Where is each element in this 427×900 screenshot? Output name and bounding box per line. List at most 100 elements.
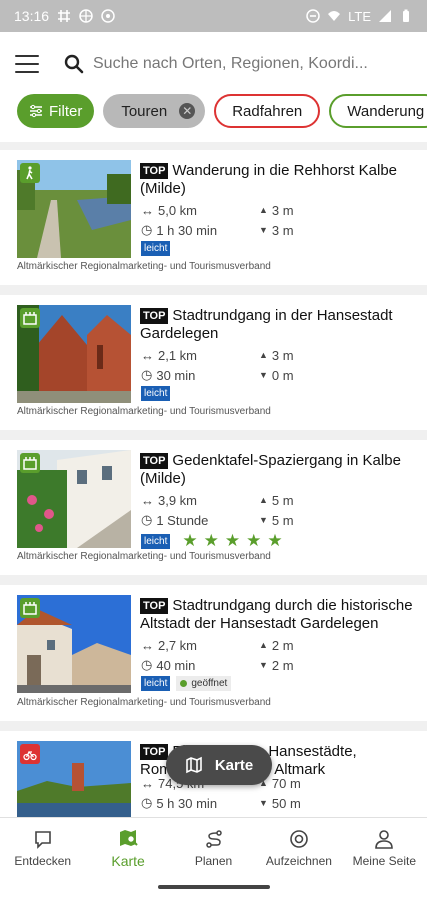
status-bar: 13:16 LTE [0,0,427,32]
chip-wanderung[interactable]: Wanderung [329,94,427,128]
route-plan-icon [205,829,222,848]
tour-image [17,305,131,403]
wifi-icon [328,11,341,21]
chip-wanderung-label: Wanderung [347,102,425,120]
filter-chips: Filter Touren ✕ Radfahren Wanderung [17,94,427,128]
map-search-icon [120,829,138,846]
chip-touren[interactable]: Touren ✕ [103,94,206,128]
discover-icon [34,830,51,849]
filter-button[interactable]: Filter [17,94,95,128]
nav-planen[interactable]: Planen [171,818,256,877]
gesture-area [0,877,427,900]
tour-card[interactable]: TOP Stadtrundgang in der Hansestadt Garde… [0,295,427,430]
nav-meine-seite-label: Meine Seite [352,853,417,868]
tour-stats: ↔ 3,9 km ▲ 5 m ◷ 1 Stunde ▼ 5 m [141,490,294,530]
grid-globe-icon [79,9,93,23]
descent-icon: ▼ [259,370,268,380]
tour-duration: 1 h 30 min [156,222,218,238]
city-walk-icon [20,453,40,473]
star-icon: ★ [182,531,198,550]
search-input[interactable]: Suche nach Orten, Regionen, Koordi... [93,55,383,73]
hashtag-icon [58,10,71,22]
ascent-icon: ▲ [259,640,268,650]
filter-label: Filter [49,102,83,120]
tour-stats: ↔ 2,7 km ▲ 2 m ◷ 40 min ▼ 2 m [141,635,294,675]
tour-distance: 5,0 km [158,202,198,218]
distance-icon: ↔ [141,347,154,363]
signal-icon [379,10,391,22]
distance-icon: ↔ [141,202,154,218]
distance-icon: ↔ [141,775,154,791]
menu-icon[interactable] [15,55,39,73]
tour-duration: 30 min [156,367,196,383]
distance-icon: ↔ [141,637,154,653]
tour-organization: Altmärkischer Regionalmarketing- und Tou… [17,261,271,272]
tour-ascent: 5 m [271,492,294,508]
city-walk-icon [20,308,40,328]
filter-sliders-icon [30,104,42,118]
clock-icon: ◷ [141,222,153,237]
city-walk-icon [20,598,40,618]
tour-card[interactable]: TOP Stadtrundgang durch die historische A… [0,585,427,721]
nav-entdecken-label: Entdecken [14,853,72,868]
bottom-navigation: Entdecken Karte Planen Aufzeichnen Meine… [0,817,427,877]
tour-descent: 0 m [271,367,294,383]
profile-icon [375,829,394,849]
descent-icon: ▼ [259,225,268,235]
tour-title-text: Wanderung in die Rehhorst Kalbe (Milde) [140,162,398,197]
ascent-icon: ▲ [259,495,268,505]
hiking-icon [20,163,40,183]
tour-title: TOP Stadtrundgang durch die historische A… [140,597,415,633]
tour-organization: Altmärkischer Regionalmarketing- und Tou… [17,551,271,562]
ascent-icon: ▲ [259,350,268,360]
tour-descent: 50 m [271,795,301,811]
map-button[interactable]: Karte [166,745,272,785]
nav-entdecken[interactable]: Entdecken [0,818,85,877]
rating-stars: ★ ★ ★ ★ ★ [182,531,282,551]
difficulty-badge: leicht [141,241,171,256]
tour-descent: 3 m [271,222,294,238]
nav-planen-label: Planen [194,853,233,868]
tour-duration: 1 Stunde [156,512,209,528]
difficulty-badge: leicht [141,676,171,691]
open-status-text: geöffnet [191,678,228,689]
tour-card[interactable]: TOP Wanderung in die Rehhorst Kalbe (Mild… [0,150,427,285]
gesture-handle[interactable] [158,885,270,889]
tour-stats: ↔ 2,1 km ▲ 3 m ◷ 30 min ▼ 0 m [141,345,294,385]
tour-descent: 5 m [271,512,294,528]
star-icon: ★ [203,531,219,550]
nav-meine-seite[interactable]: Meine Seite [342,818,427,877]
tour-title-text: Stadtrundgang durch die historische Alts… [140,597,413,632]
tour-organization: Altmärkischer Regionalmarketing- und Tou… [17,697,271,708]
map-icon [186,756,202,774]
open-status-badge: geöffnet [176,676,232,691]
steering-icon [101,9,115,23]
distance-icon: ↔ [141,492,154,508]
tour-image [17,450,131,548]
tour-tags: leicht ★ ★ ★ ★ ★ [141,531,283,551]
top-badge: TOP [140,744,169,760]
nav-karte-label: Karte [111,852,145,869]
chip-radfahren[interactable]: Radfahren [214,94,321,128]
tour-ascent: 70 m [271,775,301,791]
search-icon[interactable] [63,53,85,75]
app-header: Suche nach Orten, Regionen, Koordi... Fi… [0,32,427,142]
status-time: 13:16 [14,8,50,24]
chip-radfahren-label: Radfahren [232,102,303,120]
top-badge: TOP [140,163,169,179]
tour-card[interactable]: TOP Gedenktafel-Spaziergang in Kalbe (Mil… [0,440,427,575]
tour-duration: 5 h 30 min [156,795,218,811]
tour-list: TOP Wanderung in die Rehhorst Kalbe (Mild… [0,142,427,817]
map-button-label: Karte [214,756,254,774]
top-badge: TOP [140,453,169,469]
tour-image [17,595,131,693]
nav-aufzeichnen[interactable]: Aufzeichnen [256,818,341,877]
top-badge: TOP [140,598,169,614]
tour-distance: 2,7 km [158,637,198,653]
star-icon: ★ [224,531,241,550]
remove-chip-icon[interactable]: ✕ [179,103,196,119]
nav-karte[interactable]: Karte [85,818,170,877]
star-icon: ★ [267,531,283,550]
tour-title-text: Gedenktafel-Spaziergang in Kalbe (Milde) [140,452,401,487]
descent-icon: ▼ [259,660,268,670]
